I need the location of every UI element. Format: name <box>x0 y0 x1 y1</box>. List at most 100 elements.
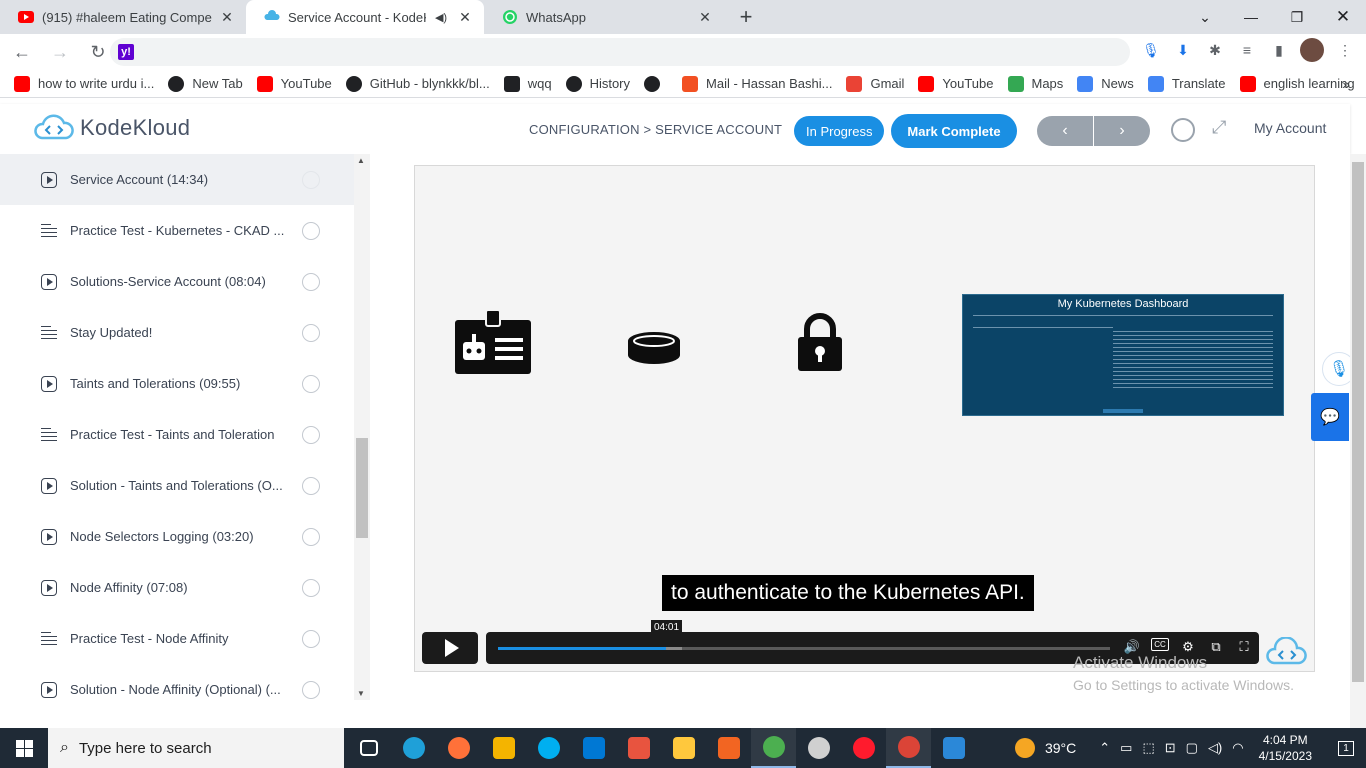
system-clock[interactable]: 4:04 PM 4/15/2023 <box>1259 732 1312 764</box>
mark-complete-button[interactable]: Mark Complete <box>891 114 1017 148</box>
lesson-item[interactable]: Taints and Tolerations (09:55) <box>0 358 354 409</box>
profile-avatar[interactable] <box>1300 38 1324 62</box>
completion-circle-icon[interactable] <box>302 681 320 699</box>
dark-mode-toggle-icon[interactable] <box>1171 118 1195 142</box>
bookmark-item[interactable]: History <box>565 75 630 92</box>
bookmark-item[interactable]: YouTube <box>256 75 332 92</box>
fullscreen-icon[interactable]: ⤢ <box>1212 117 1226 138</box>
side-panel-icon[interactable]: ▮ <box>1268 39 1290 61</box>
bookmark-item[interactable]: Mail - Hassan Bashi... <box>682 75 832 92</box>
notifications-icon[interactable]: 1 <box>1326 740 1366 756</box>
lesson-item[interactable]: Solutions-Service Account (08:04) <box>0 256 354 307</box>
bookmark-item[interactable]: english learning <box>1239 75 1355 92</box>
lesson-item[interactable]: Practice Test - Node Affinity <box>0 613 354 664</box>
tab-search-icon[interactable]: ⌄ <box>1182 0 1228 34</box>
play-button[interactable] <box>422 632 478 664</box>
minimize-button[interactable]: — <box>1228 0 1274 34</box>
address-bar[interactable]: y! <box>110 38 1130 66</box>
lesson-item[interactable]: Service Account (14:34) <box>0 154 354 205</box>
bookmark-item[interactable]: GitHub - blynkkk/bl... <box>345 75 490 92</box>
tab-kodekloud[interactable]: Service Account - KodeKloud ◀) ✕ <box>246 0 484 34</box>
completion-circle-icon[interactable] <box>302 477 320 495</box>
completion-circle-icon[interactable] <box>302 630 320 648</box>
close-tab-icon[interactable]: ✕ <box>218 9 236 26</box>
skype-icon[interactable] <box>526 728 571 768</box>
meet-now-icon[interactable]: ⊡ <box>1165 740 1176 756</box>
task-view-icon[interactable] <box>346 728 391 768</box>
completion-circle-icon[interactable] <box>302 273 320 291</box>
office-icon[interactable] <box>706 728 751 768</box>
bookmark-item[interactable]: wqq <box>503 75 552 92</box>
completion-circle-icon[interactable] <box>302 222 320 240</box>
voice-search-icon[interactable]: 🎙 <box>1140 39 1162 61</box>
opera-icon[interactable] <box>841 728 886 768</box>
bookmark-item[interactable]: how to write urdu i... <box>14 75 154 92</box>
taskbar-search-box[interactable]: ⌕ Type here to search <box>48 728 344 768</box>
my-account-link[interactable]: My Account <box>1254 120 1326 136</box>
in-progress-badge[interactable]: In Progress <box>794 116 885 146</box>
completion-circle-icon[interactable] <box>302 171 320 189</box>
weather-widget[interactable]: 39°C <box>1014 738 1076 758</box>
back-button[interactable]: ← <box>6 36 38 68</box>
next-lesson-button[interactable]: › <box>1094 116 1150 146</box>
more-bookmarks-icon[interactable]: » <box>1342 76 1350 92</box>
close-tab-icon[interactable]: ✕ <box>696 9 714 26</box>
maximize-button[interactable]: ❐ <box>1274 0 1320 34</box>
previous-lesson-button[interactable]: ‹ <box>1037 116 1093 146</box>
snail-icon[interactable] <box>616 728 661 768</box>
captions-icon[interactable]: CC <box>1151 638 1169 651</box>
wifi-icon[interactable]: ◠ <box>1232 740 1243 756</box>
page-scroll-thumb[interactable] <box>1352 162 1364 682</box>
show-hidden-icons-icon[interactable]: ⌃ <box>1099 740 1110 756</box>
network-adapter-icon[interactable]: ⬚ <box>1142 740 1154 756</box>
sidebar-scroll-thumb[interactable] <box>356 438 368 538</box>
close-window-button[interactable]: ✕ <box>1320 0 1366 34</box>
menu-icon[interactable]: ⋮ <box>1334 39 1356 61</box>
speaker-volume-icon[interactable]: ◁) <box>1208 740 1222 756</box>
obs-icon[interactable] <box>796 728 841 768</box>
battery-icon[interactable]: ▭ <box>1120 740 1132 756</box>
chrome-icon[interactable] <box>751 728 796 768</box>
photos-icon[interactable] <box>931 728 976 768</box>
speaker-icon[interactable]: ◀) <box>432 11 450 24</box>
close-tab-icon[interactable]: ✕ <box>456 9 474 26</box>
tab-whatsapp[interactable]: WhatsApp ✕ <box>484 0 724 34</box>
scroll-down-arrow[interactable]: ▼ <box>357 689 365 698</box>
completion-circle-icon[interactable] <box>302 528 320 546</box>
tab-youtube[interactable]: (915) #haleem Eating Competitio ✕ <box>0 0 246 34</box>
lesson-item[interactable]: Node Selectors Logging (03:20) <box>0 511 354 562</box>
windows-start-icon[interactable] <box>0 728 48 768</box>
page-scrollbar[interactable] <box>1350 154 1366 728</box>
bookmark-item[interactable]: Gmail <box>846 75 904 92</box>
bookmark-item[interactable]: Maps <box>1007 75 1063 92</box>
forward-button[interactable]: → <box>44 36 76 68</box>
kodekloud-logo[interactable]: KodeKloud <box>34 114 190 142</box>
reading-list-icon[interactable]: ≡ <box>1236 39 1258 61</box>
lesson-item[interactable]: Solution - Node Affinity (Optional) (... <box>0 664 354 715</box>
scroll-up-arrow[interactable]: ▲ <box>357 156 365 165</box>
lesson-item[interactable]: Practice Test - Taints and Toleration <box>0 409 354 460</box>
firefox-icon[interactable] <box>436 728 481 768</box>
display-icon[interactable]: ▢ <box>1186 740 1198 756</box>
lesson-item[interactable]: Node Affinity (07:08) <box>0 562 354 613</box>
lesson-item[interactable]: Stay Updated! <box>0 307 354 358</box>
sidebar-scrollbar[interactable]: ▲ ▼ <box>354 154 370 700</box>
lesson-item[interactable]: Practice Test - Kubernetes - CKAD ... <box>0 205 354 256</box>
bookmark-item[interactable]: New Tab <box>168 75 243 92</box>
extensions-icon[interactable]: ✱ <box>1204 39 1226 61</box>
bookmark-item[interactable]: YouTube <box>918 75 994 92</box>
edge-icon[interactable] <box>391 728 436 768</box>
completion-circle-icon[interactable] <box>302 324 320 342</box>
new-tab-button[interactable]: + <box>732 3 760 31</box>
lesson-item[interactable]: Solution - Taints and Tolerations (O... <box>0 460 354 511</box>
completion-circle-icon[interactable] <box>302 426 320 444</box>
chat-widget-icon[interactable]: 💬 <box>1311 393 1349 441</box>
download-extension-icon[interactable]: ⬇ <box>1172 39 1194 61</box>
bookmark-item[interactable] <box>644 75 668 92</box>
store-icon[interactable] <box>481 728 526 768</box>
chrome-profile-icon[interactable] <box>886 728 931 768</box>
bookmark-item[interactable]: News <box>1077 75 1134 92</box>
bookmark-item[interactable]: Translate <box>1147 75 1226 92</box>
completion-circle-icon[interactable] <box>302 375 320 393</box>
file-explorer-icon[interactable] <box>661 728 706 768</box>
